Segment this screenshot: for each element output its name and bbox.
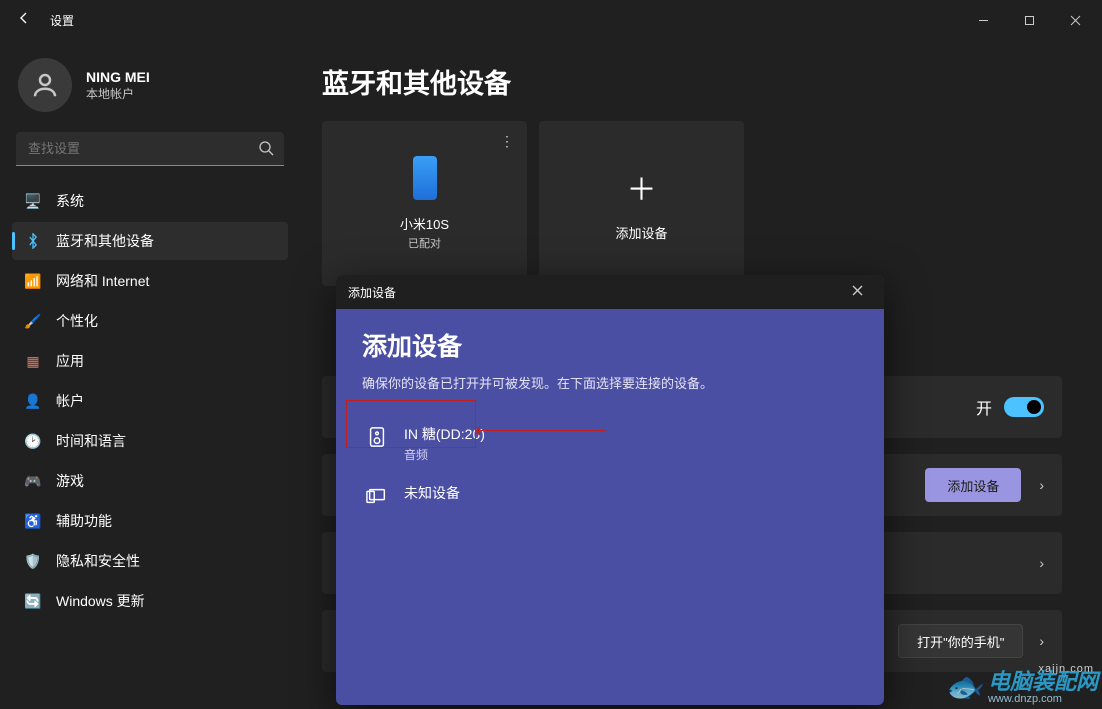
sidebar-item-label: 帐户 <box>56 391 84 411</box>
open-your-phone-button[interactable]: 打开"你的手机" <box>898 624 1023 658</box>
paired-device-card[interactable]: ⋮ 小米10S 已配对 <box>322 121 527 286</box>
nav-list: 🖥️ 系统蓝牙和其他设备 📶 网络和 Internet 🖌️ 个性化 ▦ 应用 👤 帐户 🕑 时间和语… <box>12 182 288 620</box>
accounts-icon: 👤 <box>24 392 42 410</box>
sidebar-item-timelang[interactable]: 🕑 时间和语言 <box>12 422 288 460</box>
device-name: 未知设备 <box>404 483 460 503</box>
sidebar-item-bluetooth[interactable]: 蓝牙和其他设备 <box>12 222 288 260</box>
sidebar-item-label: 游戏 <box>56 471 84 491</box>
add-device-dialog: 添加设备 添加设备 确保你的设备已打开并可被发现。在下面选择要连接的设备。 IN… <box>336 275 884 705</box>
bluetooth-icon <box>24 232 42 250</box>
titlebar: 设置 <box>0 0 1102 40</box>
sidebar-item-update[interactable]: 🔄 Windows 更新 <box>12 582 288 620</box>
sidebar-item-network[interactable]: 📶 网络和 Internet <box>12 262 288 300</box>
search-icon <box>258 140 274 161</box>
sidebar-item-label: 蓝牙和其他设备 <box>56 231 154 251</box>
device-name: 小米10S <box>400 214 449 233</box>
dialog-header-title: 添加设备 <box>348 284 396 301</box>
toggle-switch[interactable] <box>1004 397 1044 417</box>
plus-icon: ＋ <box>627 165 657 209</box>
search-box[interactable] <box>16 132 284 166</box>
phone-icon <box>413 156 437 200</box>
add-device-card[interactable]: ＋ 添加设备 <box>539 121 744 286</box>
apps-icon: ▦ <box>24 352 42 370</box>
sidebar-item-label: Windows 更新 <box>56 591 145 611</box>
device-status: 已配对 <box>408 235 441 251</box>
accessibility-icon: ♿ <box>24 512 42 530</box>
add-device-button[interactable]: 添加设备 <box>925 468 1021 502</box>
sidebar-item-gaming[interactable]: 🎮 游戏 <box>12 462 288 500</box>
device-type: 音频 <box>404 446 485 463</box>
back-button[interactable] <box>4 10 44 31</box>
page-title: 蓝牙和其他设备 <box>322 62 1062 101</box>
dialog-description: 确保你的设备已打开并可被发现。在下面选择要连接的设备。 <box>362 373 858 392</box>
bluetooth-toggle[interactable]: 开 <box>976 395 1044 419</box>
sidebar-item-label: 隐私和安全性 <box>56 551 140 571</box>
close-button[interactable] <box>1052 0 1098 40</box>
search-input[interactable] <box>16 132 284 166</box>
sidebar: NING MEI 本地帐户 🖥️ 系统蓝牙和其他设备 📶 网络和 Internet 🖌️… <box>0 40 300 709</box>
device-list: IN 糖(DD:20) 音频未知设备 <box>362 414 858 517</box>
sidebar-item-label: 个性化 <box>56 311 98 331</box>
profile-name: NING MEI <box>86 69 150 85</box>
sidebar-item-label: 系统 <box>56 191 84 211</box>
sidebar-item-label: 网络和 Internet <box>56 271 149 291</box>
sidebar-item-accounts[interactable]: 👤 帐户 <box>12 382 288 420</box>
sidebar-item-privacy[interactable]: 🛡️ 隐私和安全性 <box>12 542 288 580</box>
device-item-0[interactable]: IN 糖(DD:20) 音频 <box>362 414 858 473</box>
timelang-icon: 🕑 <box>24 432 42 450</box>
sidebar-item-accessibility[interactable]: ♿ 辅助功能 <box>12 502 288 540</box>
maximize-button[interactable] <box>1006 0 1052 40</box>
sidebar-item-personalization[interactable]: 🖌️ 个性化 <box>12 302 288 340</box>
speaker-icon <box>366 426 388 448</box>
minimize-button[interactable] <box>960 0 1006 40</box>
add-device-card-label: 添加设备 <box>615 223 667 242</box>
device-name: IN 糖(DD:20) <box>404 424 485 444</box>
avatar-icon <box>18 58 72 112</box>
chevron-right-icon: › <box>1039 477 1044 493</box>
dialog-header: 添加设备 <box>336 275 884 309</box>
dialog-close-button[interactable] <box>842 283 872 301</box>
window-controls <box>960 0 1098 40</box>
profile-sub: 本地帐户 <box>86 85 150 102</box>
sidebar-item-label: 时间和语言 <box>56 431 126 451</box>
update-icon: 🔄 <box>24 592 42 610</box>
toggle-label: 开 <box>976 395 992 419</box>
sidebar-item-apps[interactable]: ▦ 应用 <box>12 342 288 380</box>
personalization-icon: 🖌️ <box>24 312 42 330</box>
display-icon <box>366 485 388 507</box>
sidebar-item-label: 应用 <box>56 351 84 371</box>
device-item-1[interactable]: 未知设备 <box>362 473 858 517</box>
chevron-right-icon: › <box>1039 555 1044 571</box>
sidebar-item-system[interactable]: 🖥️ 系统 <box>12 182 288 220</box>
system-icon: 🖥️ <box>24 192 42 210</box>
app-title: 设置 <box>50 12 74 29</box>
gaming-icon: 🎮 <box>24 472 42 490</box>
privacy-icon: 🛡️ <box>24 552 42 570</box>
profile-block[interactable]: NING MEI 本地帐户 <box>12 48 288 126</box>
sidebar-item-label: 辅助功能 <box>56 511 112 531</box>
kebab-icon[interactable]: ⋮ <box>500 133 513 150</box>
network-icon: 📶 <box>24 272 42 290</box>
chevron-right-icon: › <box>1039 633 1044 649</box>
dialog-title: 添加设备 <box>362 327 858 363</box>
